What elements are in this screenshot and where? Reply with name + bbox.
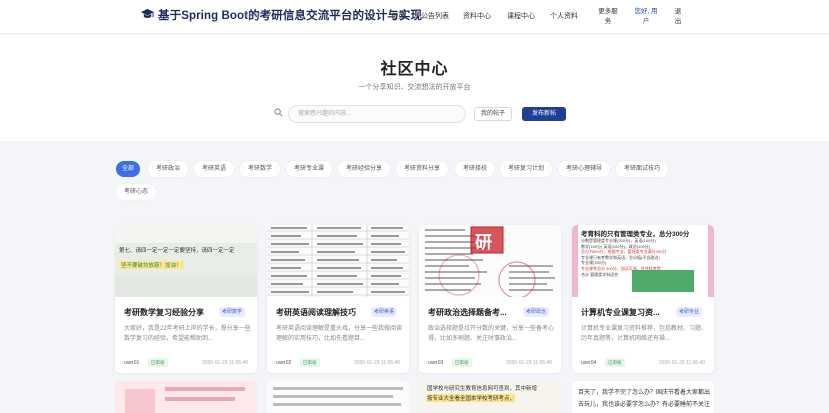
post-author[interactable]: user02 [276, 360, 291, 366]
status-badge: 已审核 [148, 358, 168, 367]
category-chip[interactable]: 考研心态 [116, 184, 156, 200]
thumb-text: 坚不要破坊放慈！加油！ [119, 261, 184, 269]
nav-home[interactable]: 首页 [391, 11, 405, 21]
category-chip[interactable]: 考研专业课 [286, 161, 332, 177]
thumb-text: 百天了，我学不完了怎么办？国庆节看着大家都出 [578, 390, 711, 396]
post-excerpt: 计算机专业课复习资料推荐，包括教材、习题、历年真题等，计算机网络还有操... [581, 326, 708, 342]
post-card[interactable] [115, 381, 257, 413]
brand[interactable]: 基于Spring Boot的考研信息交流平台的设计与实现 [140, 7, 422, 23]
status-badge: 已审核 [452, 358, 472, 367]
search-input[interactable]: 搜索感兴趣的内容... [288, 105, 466, 123]
thumb-text: 去玩儿，我也该必要学怎么办？有必要睡前不关注 [578, 402, 711, 408]
category-chip[interactable]: 考研资料分享 [396, 161, 448, 177]
nav-user-greeting[interactable]: 您好, 用 户 [633, 7, 659, 27]
category-chip[interactable]: 考研复习计划 [500, 161, 552, 177]
thumb-text: 国学校与研究生教育信息网可查到，其中新增 [427, 386, 538, 392]
post-card[interactable]: 第七、请四一定一定一定要坚持，请四一定一定 坚不要破坊放慈！加油！ 考研数学复习… [115, 225, 257, 373]
category-chip[interactable]: 考研择校 [455, 161, 495, 177]
post-tag: 考研政治 [523, 307, 550, 317]
post-time: 2026-01-29 11:06:40 [353, 360, 400, 366]
post-author[interactable]: user03 [428, 360, 443, 366]
post-card[interactable]: 考研英语阅读理解技巧 考研英语 考研英语阅读理解是重头戏，分享一些我做阅读理解的… [267, 225, 409, 373]
post-tag: 考研专业 [676, 307, 703, 317]
category-chip[interactable]: 考研心理辅导 [558, 161, 610, 177]
page-title: 社区中心 [380, 61, 449, 78]
hero-section: 社区中心 一个分享知识、交流想法的开放平台 搜索感兴趣的内容... 我的帖子 发… [0, 35, 829, 141]
post-card[interactable]: 考育科的只有管理类专业，总分300分 分数是管理类专业课(200分)，英语(10… [572, 225, 714, 373]
nav-resources[interactable]: 资料中心 [463, 11, 491, 21]
post-title[interactable]: 考研英语阅读理解技巧 [276, 307, 371, 318]
nav-logout[interactable]: 退 出 [673, 7, 683, 27]
nav-user-line1: 您好, 用 [634, 8, 658, 15]
brand-subtitle: 前台首页 [244, 12, 262, 17]
post-card[interactable]: 百天了，我学不完了怎么办？国庆节看着大家都出 去玩儿，我也该必要学怎么办？有必要… [572, 381, 714, 413]
category-chip[interactable]: 考研经验分享 [338, 161, 390, 177]
post-time: 2026-01-29 11:06:40 [505, 360, 552, 366]
category-chip[interactable]: 考研数学 [240, 161, 280, 177]
post-excerpt: 大家好，我是22年考研上岸的学长，想分享一些数学复习的经验，希望能帮助到... [124, 326, 251, 342]
post-author[interactable]: user04 [581, 360, 596, 366]
post-tag: 考研数学 [219, 307, 246, 317]
top-navbar: 基于Spring Boot的考研信息交流平台的设计与实现 前台首页 首页 公告列… [0, 0, 829, 34]
nav-logout-line2: 出 [674, 18, 682, 25]
post-author[interactable]: user01 [124, 360, 139, 366]
category-chip-all[interactable]: 全部 [116, 161, 140, 177]
post-thumbnail: 第七、请四一定一定一定要坚持，请四一定一定 坚不要破坊放慈！加油！ [115, 225, 257, 297]
post-title[interactable]: 考研政治选择题备考... [428, 307, 523, 318]
nav-courses[interactable]: 课程中心 [507, 11, 535, 21]
thumb-title: 考育科的只有管理类专业，总分300分 [581, 231, 690, 238]
post-tag: 考研英语 [371, 307, 398, 317]
post-excerpt: 考研英语阅读理解是重头戏，分享一些我做阅读理解的实用技巧，比如先看题目... [276, 326, 403, 342]
post-title[interactable]: 计算机专业课复习资... [581, 307, 676, 318]
document-scan-image [267, 225, 409, 297]
nav-announcements[interactable]: 公告列表 [421, 11, 449, 21]
post-card[interactable]: 研 考研政治选择题备考... 考研政治 政治选择题是拉开分数的关键，分享一些备考… [419, 225, 561, 373]
nav-profile[interactable]: 个人资料 [550, 11, 578, 21]
post-time: 2026-01-29 11:06:40 [658, 360, 705, 366]
post-time: 2026-01-29 11:06:40 [201, 360, 248, 366]
thumb-text: 第七、请四一定一定一定要坚持，请四一定一定 [119, 248, 235, 254]
graduation-cap-icon [141, 8, 154, 18]
nav-user-line2: 户 [642, 18, 650, 25]
nav-more-line2: 务 [604, 18, 612, 25]
post-card[interactable] [267, 381, 409, 413]
new-post-button[interactable]: 发布新帖 [522, 107, 566, 121]
brand-title: 基于Spring Boot的考研信息交流平台的设计与实现 [158, 10, 423, 22]
category-chip[interactable]: 考研面试技巧 [616, 161, 668, 177]
my-posts-button[interactable]: 我的帖子 [474, 107, 512, 121]
nav-more-services[interactable]: 更多服 务 [596, 7, 620, 27]
category-chip[interactable]: 考研政治 [148, 161, 188, 177]
post-title[interactable]: 考研数学复习经验分享 [124, 307, 219, 318]
status-badge: 已审核 [300, 358, 320, 367]
post-excerpt: 政治选择题是拉开分数的关键，分享一些备考心得，比如多刷题、关注时事政治... [428, 326, 555, 342]
post-thumbnail [267, 225, 409, 297]
thumb-text: 按专业大全看全国本学校考研考点， [427, 394, 516, 402]
post-thumbnail: 研 [419, 225, 561, 297]
nav-logout-line1: 退 [674, 8, 682, 15]
page-subtitle: 一个分享知识、交流想法的开放平台 [358, 84, 471, 91]
nav-more-line1: 更多服 [598, 8, 618, 15]
post-card[interactable]: 国学校与研究生教育信息网可查到，其中新增 按专业大全看全国本学校考研考点， [419, 381, 561, 413]
search-icon [274, 108, 283, 117]
stamp-text: 研 [475, 233, 492, 253]
post-thumbnail: 考育科的只有管理类专业，总分300分 分数是管理类专业课(200分)，英语(10… [572, 225, 714, 297]
status-badge: 已审核 [605, 358, 625, 367]
category-chip[interactable]: 考研英语 [194, 161, 234, 177]
